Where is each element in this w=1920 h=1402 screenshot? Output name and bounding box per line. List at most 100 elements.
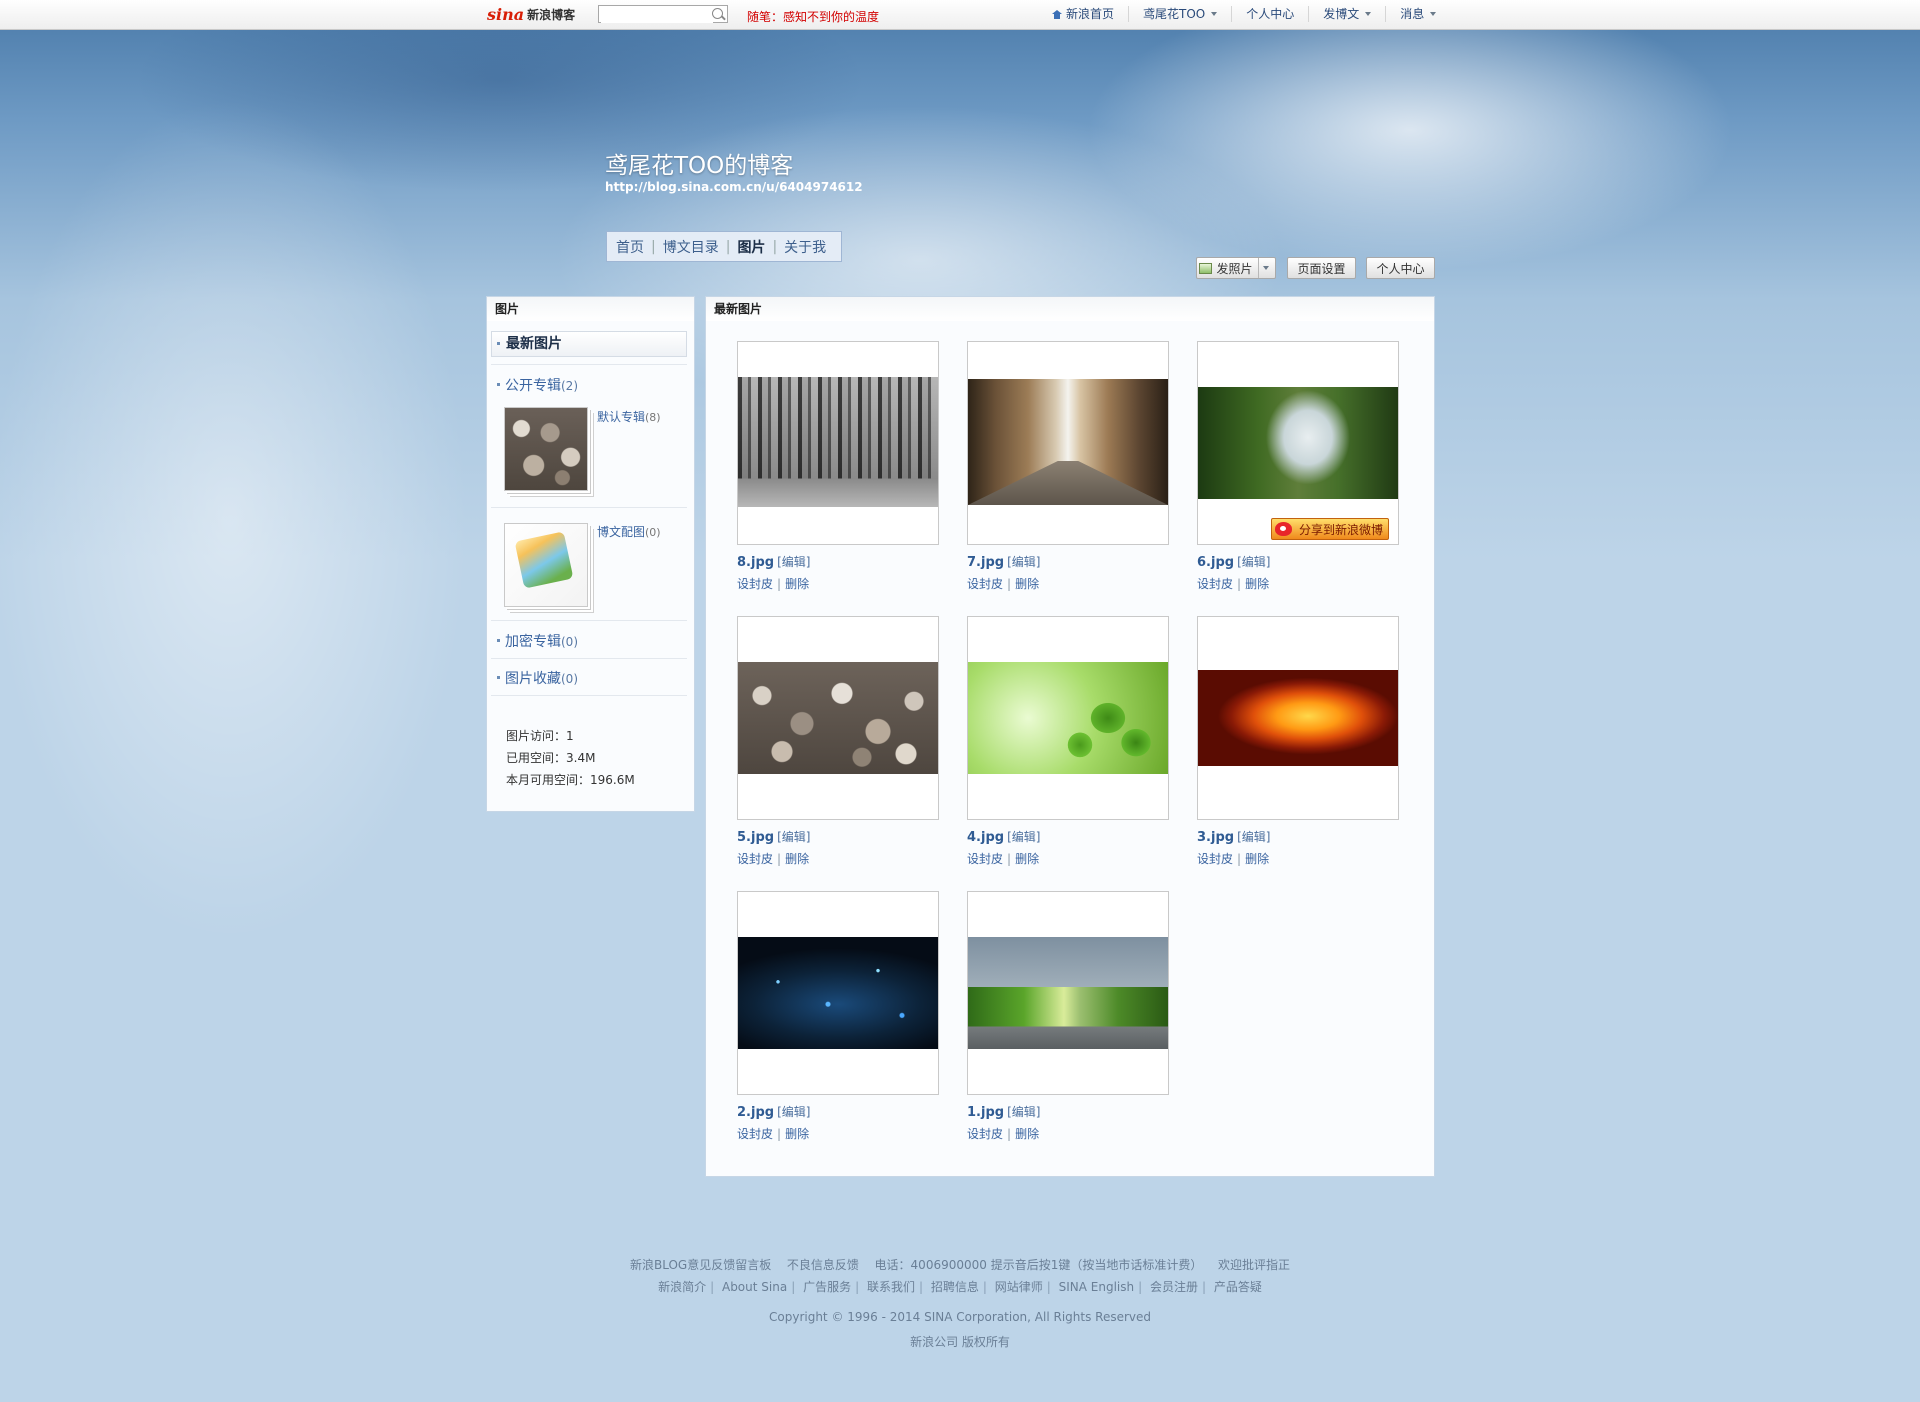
edit-link[interactable]: [编辑] xyxy=(1237,555,1270,569)
set-cover-link[interactable]: 设封皮 xyxy=(967,1127,1003,1141)
blog-nav-about[interactable]: 关于我 xyxy=(784,237,826,257)
photo-frame[interactable] xyxy=(1197,616,1399,820)
photo-frame[interactable] xyxy=(967,616,1169,820)
blog-nav-home[interactable]: 首页 xyxy=(616,237,644,257)
footer-link-contact[interactable]: 联系我们 xyxy=(867,1280,915,1294)
photo-filename[interactable]: 2.jpg xyxy=(737,1105,774,1120)
edit-link[interactable]: [编辑] xyxy=(1007,555,1040,569)
set-cover-link[interactable]: 设封皮 xyxy=(737,1127,773,1141)
edit-link[interactable]: [编辑] xyxy=(1007,1105,1040,1119)
set-cover-link[interactable]: 设封皮 xyxy=(967,852,1003,866)
footer-link-register[interactable]: 会员注册 xyxy=(1150,1280,1198,1294)
footer-link-about-cn[interactable]: 新浪简介 xyxy=(658,1280,706,1294)
post-photo-button[interactable]: 发照片 xyxy=(1196,257,1276,279)
photo-thumbnail[interactable] xyxy=(968,379,1168,505)
photo-thumbnail[interactable] xyxy=(1198,670,1398,766)
nav-messages-label: 消息 xyxy=(1400,7,1425,21)
blog-title[interactable]: 鸢尾花TOO的博客 xyxy=(605,146,793,180)
photo-filename[interactable]: 6.jpg xyxy=(1197,555,1234,570)
search-icon[interactable] xyxy=(712,8,723,19)
home-icon xyxy=(1052,10,1062,19)
photo-filename[interactable]: 4.jpg xyxy=(967,830,1004,845)
delete-link[interactable]: 删除 xyxy=(1245,852,1269,866)
blog-url[interactable]: http://blog.sina.com.cn/u/6404974612 xyxy=(605,180,863,194)
stat-available-space-value: 196.6M xyxy=(590,773,635,787)
sina-blog-logo[interactable]: sina 新浪博客 xyxy=(487,4,575,25)
nav-post-article[interactable]: 发博文 xyxy=(1308,6,1385,22)
footer-link-lawyer[interactable]: 网站律师 xyxy=(995,1280,1043,1294)
sidebar-item-private-albums[interactable]: 加密专辑(0) xyxy=(487,631,694,651)
nav-user-menu[interactable]: 鸢尾花TOO xyxy=(1128,6,1231,22)
photo-caption: 2.jpg [编辑] xyxy=(737,1103,939,1120)
album-blog-images-label: 博文配图 xyxy=(597,525,646,539)
photo-thumbnail[interactable] xyxy=(968,662,1168,774)
delete-link[interactable]: 删除 xyxy=(1245,577,1269,591)
album-default-count: (8) xyxy=(645,411,661,424)
photo-filename[interactable]: 1.jpg xyxy=(967,1105,1004,1120)
photo-thumbnail[interactable] xyxy=(968,937,1168,1049)
post-photo-dropdown[interactable] xyxy=(1257,258,1273,278)
footer-link-jobs[interactable]: 招聘信息 xyxy=(931,1280,979,1294)
photo-filename[interactable]: 7.jpg xyxy=(967,555,1004,570)
nav-personal-center[interactable]: 个人中心 xyxy=(1231,6,1308,22)
nav-personal-center-label: 个人中心 xyxy=(1246,7,1295,21)
footer-report-link[interactable]: 不良信息反馈 xyxy=(787,1258,859,1272)
nav-messages[interactable]: 消息 xyxy=(1385,6,1450,22)
search-input[interactable] xyxy=(601,7,713,23)
sidebar-item-photo-favorites[interactable]: 图片收藏(0) xyxy=(487,668,694,688)
share-to-weibo-button[interactable]: 分享到新浪微博 xyxy=(1271,518,1389,540)
set-cover-link[interactable]: 设封皮 xyxy=(967,577,1003,591)
sidebar-item-latest-photos[interactable]: 最新图片 xyxy=(491,331,687,357)
delete-link[interactable]: 删除 xyxy=(785,1127,809,1141)
personal-center-button[interactable]: 个人中心 xyxy=(1366,257,1435,279)
footer-link-about-sina[interactable]: About Sina xyxy=(722,1280,787,1294)
photo-thumbnail[interactable] xyxy=(738,662,938,774)
album-thumbnail-blog-images[interactable] xyxy=(504,523,588,607)
footer-link-english[interactable]: SINA English xyxy=(1059,1280,1135,1294)
photo-frame[interactable] xyxy=(737,891,939,1095)
delete-link[interactable]: 删除 xyxy=(785,577,809,591)
set-cover-link[interactable]: 设封皮 xyxy=(1197,577,1233,591)
photo-frame[interactable]: 分享到新浪微博 xyxy=(1197,341,1399,545)
footer-link-ads[interactable]: 广告服务 xyxy=(803,1280,851,1294)
delete-link[interactable]: 删除 xyxy=(1015,852,1039,866)
photo-filename[interactable]: 3.jpg xyxy=(1197,830,1234,845)
essay-link[interactable]: 随笔：感知不到你的温度 xyxy=(747,8,879,25)
blog-nav-photos[interactable]: 图片 xyxy=(737,237,765,257)
blog-nav-articles[interactable]: 博文目录 xyxy=(663,237,719,257)
edit-link[interactable]: [编辑] xyxy=(777,1105,810,1119)
latest-photos-panel: 最新图片 8.jpg [编辑] 设封皮 | 删除 7.jpg [编辑] 设封皮 | 删除 分… xyxy=(705,296,1435,1177)
set-cover-link[interactable]: 设封皮 xyxy=(737,577,773,591)
footer-feedback-board[interactable]: 新浪BLOG意见反馈留言板 xyxy=(630,1258,771,1272)
photo-actions: 设封皮 | 删除 xyxy=(737,850,939,867)
nav-sina-home[interactable]: 新浪首页 xyxy=(1038,6,1128,22)
photo-filename[interactable]: 5.jpg xyxy=(737,830,774,845)
photo-frame[interactable] xyxy=(967,891,1169,1095)
footer-link-faq[interactable]: 产品答疑 xyxy=(1214,1280,1262,1294)
action-separator: | xyxy=(1007,577,1012,591)
delete-link[interactable]: 删除 xyxy=(785,852,809,866)
edit-link[interactable]: [编辑] xyxy=(777,830,810,844)
edit-link[interactable]: [编辑] xyxy=(777,555,810,569)
delete-link[interactable]: 删除 xyxy=(1015,1127,1039,1141)
photo-thumbnail[interactable] xyxy=(738,377,938,507)
set-cover-link[interactable]: 设封皮 xyxy=(1197,852,1233,866)
delete-link[interactable]: 删除 xyxy=(1015,577,1039,591)
photo-caption: 6.jpg [编辑] xyxy=(1197,553,1399,570)
album-default-link[interactable]: 默认专辑(8) xyxy=(597,408,661,425)
edit-link[interactable]: [编辑] xyxy=(1007,830,1040,844)
edit-link[interactable]: [编辑] xyxy=(1237,830,1270,844)
album-thumbnail-default[interactable] xyxy=(504,407,588,491)
photo-frame[interactable] xyxy=(737,616,939,820)
photo-frame[interactable] xyxy=(737,341,939,545)
stat-visits-value: 1 xyxy=(566,729,574,743)
action-separator: | xyxy=(1007,852,1012,866)
photo-thumbnail[interactable] xyxy=(1198,387,1398,499)
page-settings-button[interactable]: 页面设置 xyxy=(1287,257,1356,279)
photo-filename[interactable]: 8.jpg xyxy=(737,555,774,570)
set-cover-link[interactable]: 设封皮 xyxy=(737,852,773,866)
album-blog-images-link[interactable]: 博文配图(0) xyxy=(597,523,661,540)
photo-thumbnail[interactable] xyxy=(738,937,938,1049)
sidebar-item-public-albums[interactable]: 公开专辑(2) xyxy=(487,375,694,395)
photo-frame[interactable] xyxy=(967,341,1169,545)
